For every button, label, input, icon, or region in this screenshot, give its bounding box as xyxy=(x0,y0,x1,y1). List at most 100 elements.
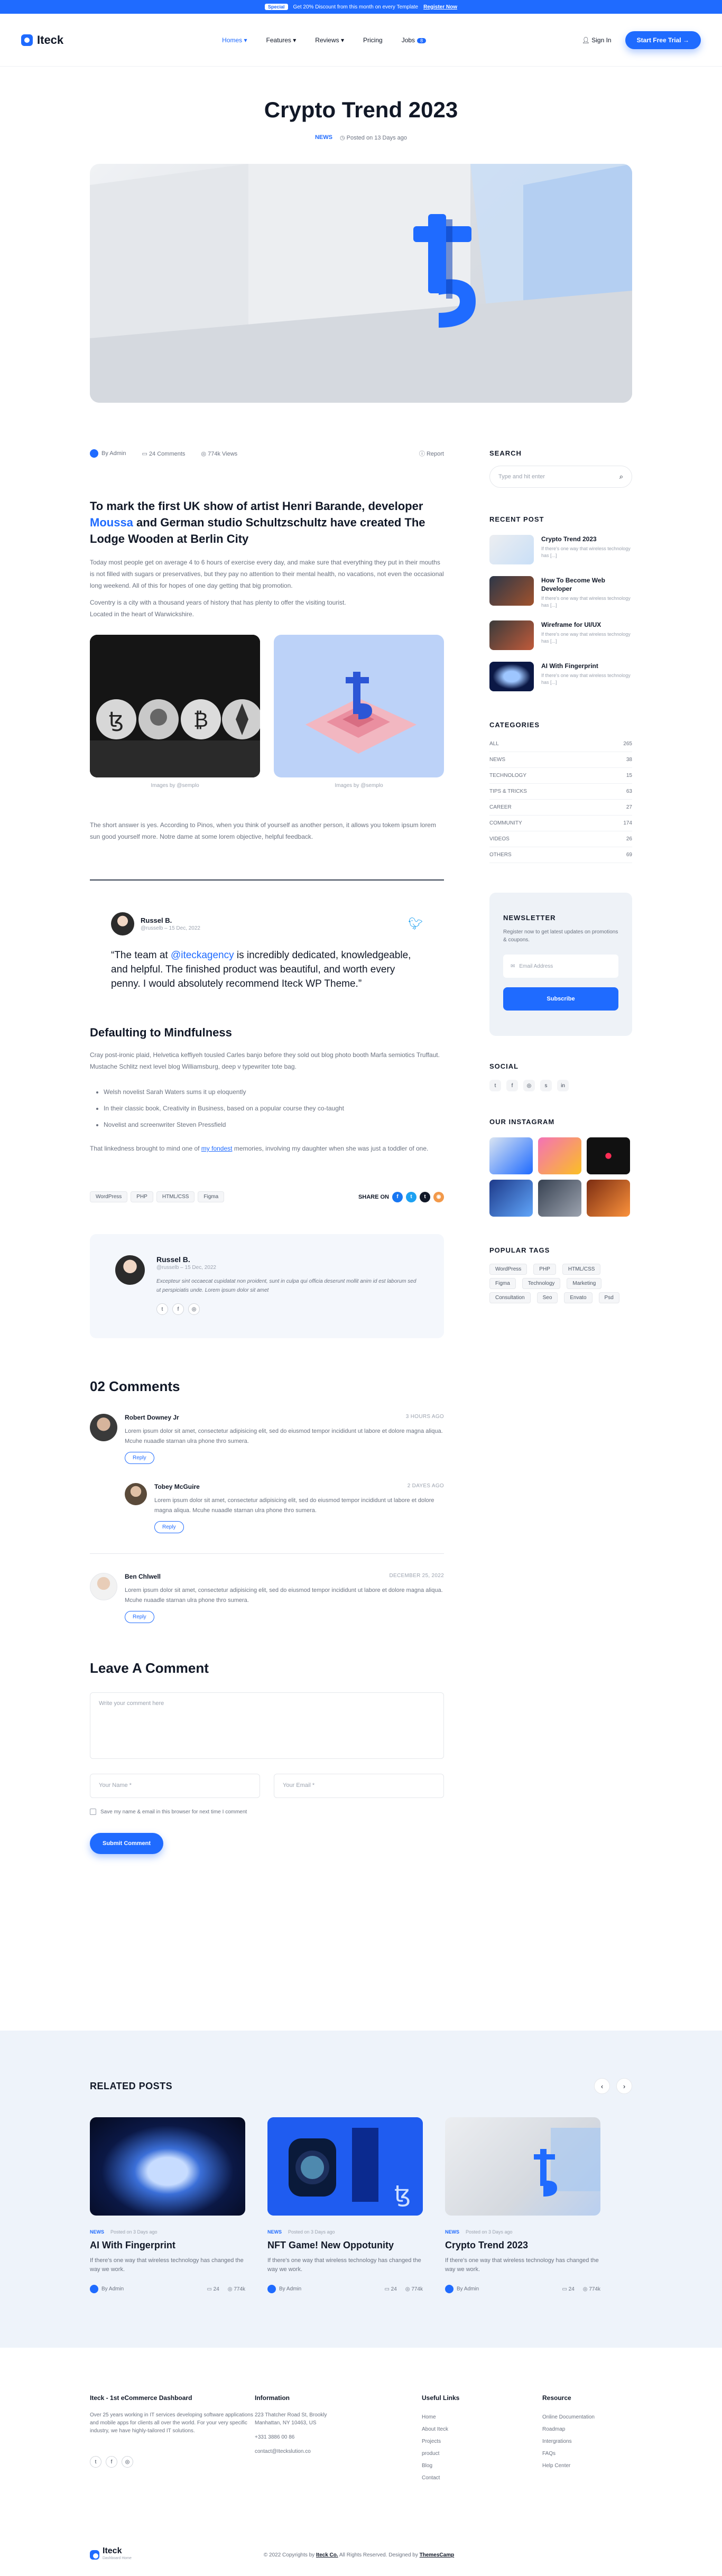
copyright-company[interactable]: Iteck Co. xyxy=(316,2552,338,2558)
comment-textarea[interactable]: Write your comment here xyxy=(90,1692,444,1759)
instagram-image[interactable] xyxy=(587,1137,630,1174)
instagram-icon[interactable]: ◎ xyxy=(523,1080,535,1091)
skype-icon[interactable]: s xyxy=(540,1080,552,1091)
related-card[interactable]: NEWS Posted on 3 Days ago AI With Fingerp… xyxy=(90,2117,245,2293)
footer-link[interactable]: Online Documentation xyxy=(542,2411,595,2423)
recent-post[interactable]: AI With Fingerprint If there's one way th… xyxy=(489,662,632,691)
facebook-icon[interactable]: f xyxy=(172,1303,184,1315)
recent-post[interactable]: Crypto Trend 2023 If there's one way that… xyxy=(489,535,632,564)
footer-link[interactable]: Help Center xyxy=(542,2460,595,2472)
footer-link[interactable]: Projects xyxy=(422,2435,542,2448)
related-post-title: NFT Game! New Oppotunity xyxy=(267,2240,394,2250)
instagram-image[interactable] xyxy=(587,1180,630,1217)
category-item[interactable]: TECHNOLOGY 15 xyxy=(489,768,632,784)
instagram-icon[interactable]: ◎ xyxy=(122,2456,133,2468)
reply-button[interactable]: Reply xyxy=(154,1521,184,1533)
reply-button[interactable]: Reply xyxy=(125,1452,154,1464)
category-item[interactable]: OTHERS 69 xyxy=(489,847,632,863)
tag-consultation[interactable]: Consultation xyxy=(489,1292,531,1303)
footer-link[interactable]: FAQs xyxy=(542,2448,595,2460)
search-input[interactable]: Type and hit enter ⌕ xyxy=(489,466,632,488)
tag-php[interactable]: PHP xyxy=(533,1264,556,1275)
category-item[interactable]: TIPS & TRICKS 63 xyxy=(489,784,632,800)
twitter-icon[interactable]: t xyxy=(156,1303,168,1315)
footer-link[interactable]: Blog xyxy=(422,2460,542,2472)
subscribe-button[interactable]: Subscribe xyxy=(503,987,618,1011)
footer-phone[interactable]: +331 3886 00 86 xyxy=(255,2433,422,2441)
logo[interactable]: Iteck xyxy=(21,33,63,47)
facebook-icon[interactable]: f xyxy=(506,1080,518,1091)
related-card[interactable]: ꜩ NEWS Posted on 3 Days ago NFT Game! New… xyxy=(267,2117,423,2293)
twitter-icon[interactable]: t xyxy=(90,2456,101,2468)
tag-marketing[interactable]: Marketing xyxy=(567,1278,602,1289)
name-field[interactable]: Your Name * xyxy=(90,1774,260,1798)
category-item[interactable]: CAREER 27 xyxy=(489,800,632,816)
footer-link[interactable]: product xyxy=(422,2448,542,2460)
tag-seo[interactable]: Seo xyxy=(536,1292,558,1303)
nav-pricing[interactable]: Pricing xyxy=(363,36,383,44)
nav-jobs[interactable]: Jobs 8 xyxy=(402,36,427,44)
tag-technology[interactable]: Technology xyxy=(522,1278,561,1289)
related-posts: RELATED POSTS ‹ › NEWS Posted on 3 Days a… xyxy=(0,2031,722,2348)
prev-arrow-icon[interactable]: ‹ xyxy=(594,2078,610,2094)
reply-button[interactable]: Reply xyxy=(125,1611,154,1623)
category-item[interactable]: VIDEOS 26 xyxy=(489,831,632,847)
twitter-icon[interactable]: t xyxy=(489,1080,501,1091)
save-info-checkbox[interactable] xyxy=(90,1809,96,1815)
report-link[interactable]: ⓘ Report xyxy=(419,449,444,458)
facebook-icon[interactable]: f xyxy=(106,2456,117,2468)
tag-wordpress[interactable]: WordPress xyxy=(90,1191,128,1202)
tag-wordpress[interactable]: WordPress xyxy=(489,1264,527,1275)
linkedin-icon[interactable]: in xyxy=(557,1080,569,1091)
email-field[interactable]: Your Email * xyxy=(274,1774,444,1798)
related-card[interactable]: NEWS Posted on 3 Days ago Crypto Trend 20… xyxy=(445,2117,600,2293)
tag-html-css[interactable]: HTML/CSS xyxy=(156,1191,195,1202)
category-item[interactable]: ALL 265 xyxy=(489,736,632,752)
nav-features[interactable]: Features ▾ xyxy=(266,36,297,44)
category-item[interactable]: COMMUNITY 174 xyxy=(489,816,632,831)
tag-html-css[interactable]: HTML/CSS xyxy=(562,1264,601,1275)
footer-link[interactable]: Roadmap xyxy=(542,2423,595,2435)
tag-figma[interactable]: Figma xyxy=(489,1278,516,1289)
twitter-icon[interactable]: t xyxy=(406,1191,416,1202)
tag-envato[interactable]: Envato xyxy=(564,1292,593,1303)
next-arrow-icon[interactable]: › xyxy=(616,2078,632,2094)
post-author[interactable]: By Admin xyxy=(90,449,126,458)
tumblr-icon[interactable]: t xyxy=(420,1191,430,1202)
nav-reviews[interactable]: Reviews ▾ xyxy=(315,36,344,44)
footer-link[interactable]: Contact xyxy=(422,2472,542,2484)
footer-link[interactable]: About Iteck xyxy=(422,2423,542,2435)
copyright-designer[interactable]: ThemesCamp xyxy=(420,2552,455,2558)
category-item[interactable]: NEWS 38 xyxy=(489,752,632,768)
start-trial-button[interactable]: Start Free Trial → xyxy=(625,31,701,49)
instagram-image[interactable] xyxy=(538,1137,581,1174)
instagram-image[interactable] xyxy=(489,1137,533,1174)
footer-logo[interactable]: Iteck Dashboard Home xyxy=(90,2547,132,2562)
register-link[interactable]: Register Now xyxy=(423,4,457,10)
footer-email[interactable]: contact@Iteckslution.co xyxy=(255,2448,422,2455)
tag-figma[interactable]: Figma xyxy=(198,1191,225,1202)
category-name: TECHNOLOGY xyxy=(489,773,527,779)
signin-link[interactable]: 👤︎ Sign In xyxy=(582,36,612,44)
tag-php[interactable]: PHP xyxy=(131,1191,153,1202)
submit-comment-button[interactable]: Submit Comment xyxy=(90,1833,164,1854)
instagram-image[interactable] xyxy=(538,1180,581,1217)
quote-mention-link[interactable]: @iteckagency xyxy=(171,950,234,961)
inline-link[interactable]: my fondest xyxy=(201,1145,233,1152)
newsletter-email-input[interactable]: ✉ Email Address xyxy=(503,955,618,978)
facebook-icon[interactable]: f xyxy=(392,1191,403,1202)
recent-title-text: AI With Fingerprint xyxy=(541,662,598,670)
tag-psd[interactable]: Psd xyxy=(598,1292,619,1303)
post-category[interactable]: NEWS xyxy=(315,134,332,141)
rss-icon[interactable]: ◉ xyxy=(433,1191,444,1202)
recent-post[interactable]: Wireframe for UI/UX If there's one way th… xyxy=(489,620,632,650)
twitter-icon[interactable]: 🐦︎ xyxy=(408,917,423,931)
recent-post[interactable]: How To Become Web Developer If there's on… xyxy=(489,576,632,609)
search-icon[interactable]: ⌕ xyxy=(619,472,623,481)
instagram-icon[interactable]: ◎ xyxy=(188,1303,200,1315)
footer-link[interactable]: Home xyxy=(422,2411,542,2423)
nav-homes[interactable]: Homes ▾ xyxy=(222,36,247,44)
quote-handle: @russelb – 15 Dec, 2022 xyxy=(141,925,200,931)
instagram-image[interactable] xyxy=(489,1180,533,1217)
footer-link[interactable]: Intergrations xyxy=(542,2435,595,2448)
